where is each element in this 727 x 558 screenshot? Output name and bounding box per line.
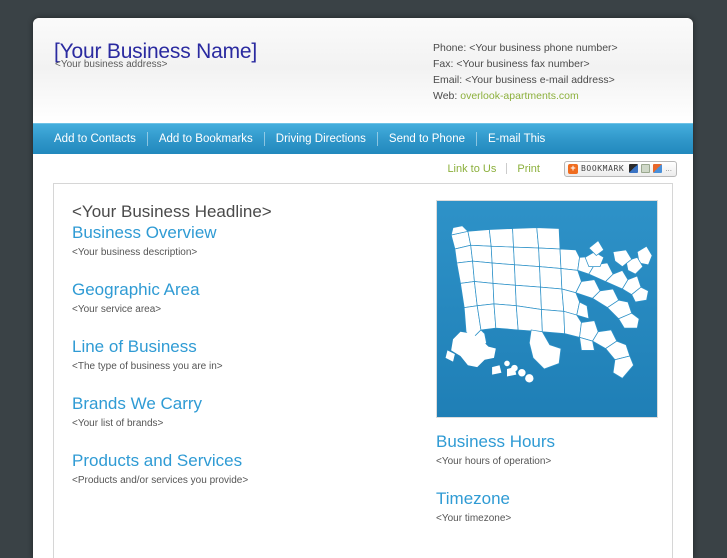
section-heading-brands-we-carry: Brands We Carry bbox=[72, 394, 203, 413]
nav-item-send-to-phone[interactable]: Send to Phone bbox=[378, 132, 477, 146]
section-text-geographic-area: <Your service area> bbox=[72, 304, 162, 315]
share-service-icon-3 bbox=[653, 164, 663, 173]
section-heading-business-hours: Business Hours bbox=[436, 432, 556, 451]
plus-icon: + bbox=[567, 163, 578, 174]
section-heading-timezone: Timezone bbox=[436, 489, 511, 508]
section-text-business-hours: <Your hours of operation> bbox=[436, 456, 552, 467]
nav-item-email-this[interactable]: E-mail This bbox=[477, 132, 556, 146]
share-service-icon-2 bbox=[641, 164, 651, 173]
contact-web-label: Web: bbox=[433, 90, 458, 102]
share-service-icon-1 bbox=[629, 164, 639, 173]
section-heading-business-overview: Business Overview bbox=[72, 223, 217, 242]
print-link[interactable]: Print bbox=[507, 163, 550, 175]
link-to-us-link[interactable]: Link to Us bbox=[437, 163, 506, 175]
section-text-line-of-business: <The type of business you are in> bbox=[72, 361, 223, 372]
sidebar-column: Business Hours <Your hours of operation>… bbox=[436, 196, 672, 558]
contact-info-block: Phone: <Your business phone number> Fax:… bbox=[433, 40, 618, 104]
primary-nav: Add to Contacts Add to Bookmarks Driving… bbox=[33, 123, 693, 154]
section-heading-line-of-business: Line of Business bbox=[72, 337, 197, 356]
addthis-bookmark-button[interactable]: + BOOKMARK ... bbox=[563, 160, 677, 177]
contact-web-link[interactable]: overlook-apartments.com bbox=[460, 90, 578, 102]
business-listing-page: [Your Business Name] <Your business addr… bbox=[33, 18, 693, 558]
nav-item-add-to-contacts[interactable]: Add to Contacts bbox=[43, 132, 148, 146]
page-header: [Your Business Name] <Your business addr… bbox=[33, 18, 693, 123]
section-text-products-and-services: <Products and/or services you provide> bbox=[72, 475, 249, 486]
bookmark-label: BOOKMARK bbox=[580, 164, 625, 173]
page-title: <Your Business Headline> bbox=[72, 202, 272, 221]
us-map-svg bbox=[445, 225, 653, 383]
section-heading-geographic-area: Geographic Area bbox=[72, 280, 200, 299]
utility-bar: Link to Us Print + BOOKMARK ... bbox=[33, 154, 693, 183]
sidebar-section-timezone: Timezone <Your timezone> bbox=[436, 489, 658, 524]
contact-fax: Fax: <Your business fax number> bbox=[433, 58, 590, 70]
nav-item-driving-directions[interactable]: Driving Directions bbox=[265, 132, 378, 146]
united-states-map-image bbox=[436, 200, 658, 418]
content-panel: <Your Business Headline> Business Overvi… bbox=[53, 183, 673, 558]
sidebar-section-business-hours: Business Hours <Your hours of operation> bbox=[436, 432, 658, 467]
contact-email: Email: <Your business e-mail address> bbox=[433, 74, 615, 86]
contact-web: Web: overlook-apartments.com bbox=[433, 88, 618, 104]
contact-phone: Phone: <Your business phone number> bbox=[433, 42, 618, 54]
nav-item-add-to-bookmarks[interactable]: Add to Bookmarks bbox=[148, 132, 265, 146]
more-services-icon: ... bbox=[665, 164, 672, 173]
business-address: <Your business address> bbox=[55, 59, 168, 70]
section-text-brands-we-carry: <Your list of brands> bbox=[72, 418, 164, 429]
main-content-column: <Your Business Headline> Business Overvi… bbox=[54, 196, 436, 558]
section-heading-products-and-services: Products and Services bbox=[72, 451, 243, 470]
section-text-timezone: <Your timezone> bbox=[436, 513, 512, 524]
section-text-business-overview: <Your business description> bbox=[72, 247, 198, 258]
